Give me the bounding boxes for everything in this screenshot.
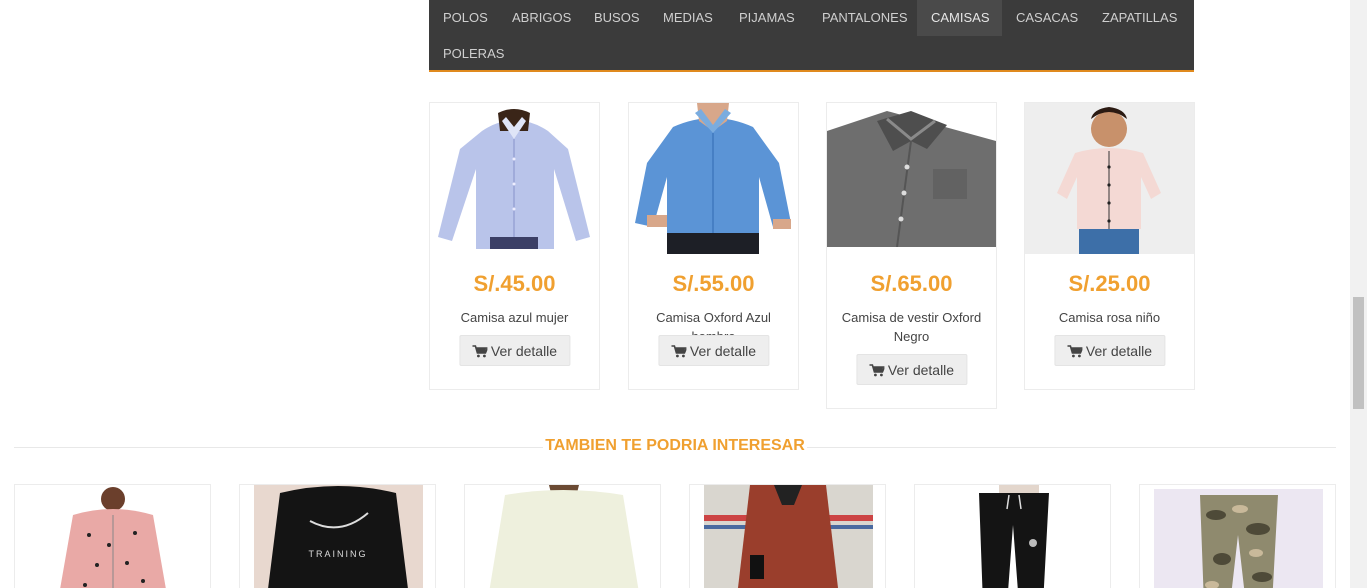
nav-item-polos[interactable]: POLOS — [429, 0, 502, 36]
nav-item-casacas[interactable]: CASACAS — [1002, 0, 1092, 36]
product-image-woman-blue-shirt[interactable] — [430, 109, 599, 249]
product-card: S/.25.00 Camisa rosa niño Ver detalle — [1024, 102, 1195, 390]
product-price: S/.25.00 — [1068, 271, 1151, 296]
nav-item-pijamas[interactable]: PIJAMAS — [725, 0, 809, 36]
product-image-folded-gray-shirt[interactable] — [827, 111, 996, 248]
product-price: S/.65.00 — [870, 271, 953, 296]
shopping-cart-icon — [1066, 345, 1082, 358]
suggestion-card-rust-long-coat[interactable] — [689, 484, 886, 588]
shopping-cart-icon — [670, 345, 686, 358]
view-detail-label: Ver detalle — [1085, 343, 1153, 359]
product-name: Camisa azul mujer — [460, 310, 569, 325]
nav-item-poleras[interactable]: POLERAS — [429, 36, 518, 72]
nav-item-abrigos[interactable]: ABRIGOS — [498, 0, 585, 36]
product-name: Camisa de vestir Oxford Negro — [841, 310, 982, 344]
nav-item-zapatillas[interactable]: ZAPATILLAS — [1088, 0, 1191, 36]
view-detail-label: Ver detalle — [689, 343, 757, 359]
product-price: S/.55.00 — [672, 271, 755, 296]
product-card: S/.45.00 Camisa azul mujer Ver detalle — [429, 102, 600, 390]
section-title: TAMBIEN TE PODRIA INTERESAR — [543, 437, 807, 454]
product-image-boy-pink-shirt[interactable] — [1025, 103, 1194, 254]
svg-text:TRAINING: TRAINING — [308, 549, 367, 559]
suggestion-card-camouflage-cargo-pants[interactable] — [1139, 484, 1336, 588]
product-card: S/.65.00 Camisa de vestir Oxford Negro V… — [826, 102, 997, 409]
shopping-cart-icon — [868, 364, 884, 377]
nav-item-busos[interactable]: BUSOS — [580, 0, 654, 36]
product-image-man-blue-oxford-shirt[interactable] — [629, 103, 798, 254]
nav-item-pantalones[interactable]: PANTALONES — [808, 0, 921, 36]
suggestion-card-black-jogger-pants[interactable] — [914, 484, 1111, 588]
product-name: Camisa rosa niño — [1058, 310, 1161, 325]
product-card: S/.55.00 Camisa Oxford Azul hombre Ver d… — [628, 102, 799, 390]
suggestion-card-cream-long-sleeve-shirt[interactable] — [464, 484, 661, 588]
suggestion-card-pink-polka-dot-pajama[interactable] — [14, 484, 211, 588]
view-detail-button[interactable]: Ver detalle — [657, 335, 770, 366]
category-navbar: POLOS ABRIGOS BUSOS MEDIAS PIJAMAS PANTA… — [429, 0, 1194, 72]
view-detail-label: Ver detalle — [490, 343, 558, 359]
view-detail-button[interactable]: Ver detalle — [1053, 335, 1166, 366]
section-title-wrapper: TAMBIEN TE PODRIA INTERESAR — [0, 437, 1350, 455]
nav-item-camisas[interactable]: CAMISAS — [917, 0, 1002, 36]
shopping-cart-icon — [471, 345, 487, 358]
view-detail-label: Ver detalle — [887, 362, 955, 378]
page-scrollbar[interactable] — [1350, 0, 1367, 588]
nav-item-medias[interactable]: MEDIAS — [649, 0, 727, 36]
view-detail-button[interactable]: Ver detalle — [458, 335, 571, 366]
page: POLOS ABRIGOS BUSOS MEDIAS PIJAMAS PANTA… — [0, 0, 1367, 588]
product-price: S/.45.00 — [473, 271, 556, 296]
scrollbar-thumb[interactable] — [1353, 297, 1364, 409]
suggestion-card-black-training-sweatshirt[interactable]: TRAINING — [239, 484, 436, 588]
view-detail-button[interactable]: Ver detalle — [855, 354, 968, 385]
